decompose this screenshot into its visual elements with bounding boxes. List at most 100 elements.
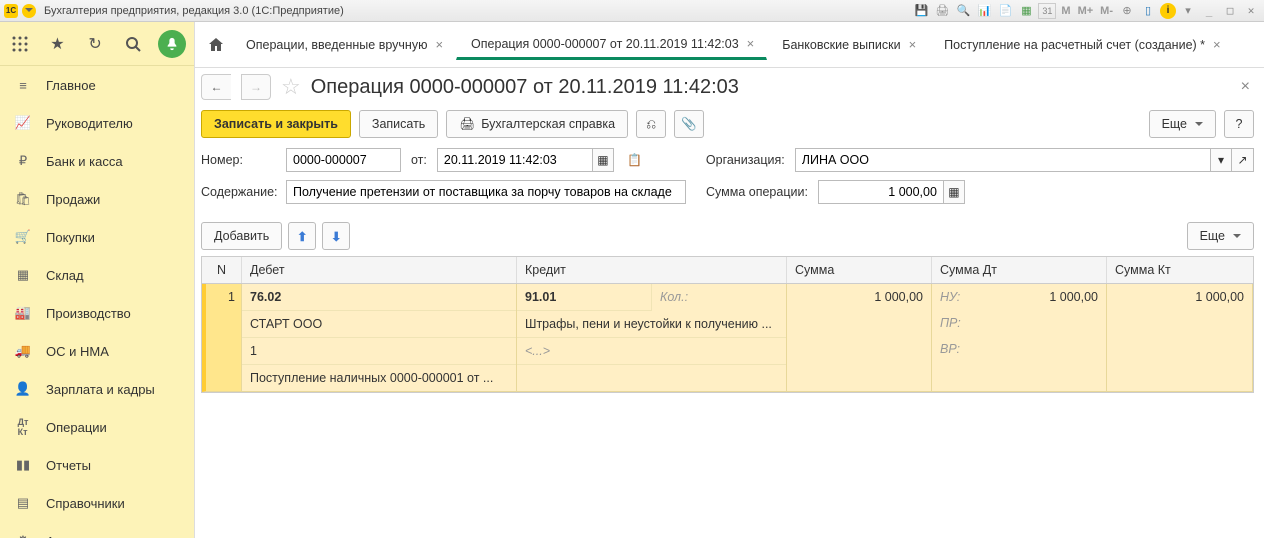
nav-forward-button[interactable]: → (241, 74, 271, 100)
favorite-star-icon[interactable]: ☆ (281, 74, 301, 100)
print-button[interactable]: 🖨Бухгалтерская справка (446, 110, 628, 138)
sidebar-item-label: Склад (46, 268, 84, 283)
credit-subconto1[interactable]: Штрафы, пени и неустойки к получению ... (517, 311, 786, 338)
page-title: Операция 0000-000007 от 20.11.2019 11:42… (311, 76, 739, 99)
number-label: Номер: (201, 153, 276, 167)
dropdown-icon[interactable]: ▾ (1210, 148, 1232, 172)
maximize-button[interactable]: □ (1221, 3, 1239, 19)
attach-button[interactable]: 📎 (674, 110, 704, 138)
tree-button[interactable]: ⎌ (636, 110, 666, 138)
col-n[interactable]: N (202, 257, 242, 283)
nu-dt-value[interactable]: 1 000,00 (978, 284, 1106, 310)
credit-subconto2[interactable]: <...> (517, 338, 786, 365)
move-up-button[interactable]: ⬆ (288, 222, 316, 250)
cell-sum[interactable]: 1 000,00 (787, 284, 932, 392)
apps-grid-icon[interactable] (8, 32, 32, 56)
nu-kt-value[interactable]: 1 000,00 (1195, 290, 1244, 304)
tab-operation[interactable]: Операция 0000-000007 от 20.11.2019 11:42… (456, 30, 767, 60)
credit-account[interactable]: 91.01 (517, 284, 651, 311)
date-icon[interactable]: 31 (1038, 3, 1056, 19)
add-row-button[interactable]: Добавить (201, 222, 282, 250)
table-more-button[interactable]: Еще (1187, 222, 1254, 250)
debit-subconto1[interactable]: СТАРТ ООО (242, 311, 516, 338)
favorites-icon[interactable]: ★ (46, 32, 70, 56)
form: Номер: от: ▦ 📋 Организация: ▾ ↗ Содержан… (195, 148, 1264, 222)
sidebar-item-bank[interactable]: ₽Банк и касса (0, 142, 194, 180)
content-input[interactable] (286, 180, 686, 204)
sidebar-item-warehouse[interactable]: ▦Склад (0, 256, 194, 294)
debit-account[interactable]: 76.02 (242, 284, 516, 311)
sidebar-item-production[interactable]: 🏭Производство (0, 294, 194, 332)
sidebar-item-reports[interactable]: ▮▮Отчеты (0, 446, 194, 484)
document-icon[interactable]: 📋 (624, 148, 646, 172)
more-button[interactable]: Еще (1149, 110, 1216, 138)
pr-dt-value[interactable] (978, 310, 1106, 336)
sidebar-item-hr[interactable]: 👤Зарплата и кадры (0, 370, 194, 408)
tab-manual-ops[interactable]: Операции, введенные вручную× (231, 30, 456, 60)
col-sum[interactable]: Сумма (787, 257, 932, 283)
col-credit[interactable]: Кредит (517, 257, 787, 283)
print-icon[interactable]: 🖨 (933, 3, 951, 19)
sidebar-item-catalogs[interactable]: ▤Справочники (0, 484, 194, 522)
debit-subconto2[interactable]: 1 (242, 338, 516, 365)
arrow-up-icon: ⬆ (297, 229, 307, 244)
tab-close-icon[interactable]: × (433, 37, 445, 52)
opsum-input-group: ▦ (818, 180, 965, 204)
calendar-picker-icon[interactable]: ▦ (592, 148, 614, 172)
org-input[interactable] (795, 148, 1210, 172)
opsum-input[interactable] (818, 180, 943, 204)
tab-bank[interactable]: Банковские выписки× (767, 30, 929, 60)
dtkt-icon: ДтКт (14, 418, 32, 436)
history-icon[interactable]: ↻ (83, 32, 107, 56)
col-sumdt[interactable]: Сумма Дт (932, 257, 1107, 283)
save-button[interactable]: Записать (359, 110, 438, 138)
col-debit[interactable]: Дебет (242, 257, 517, 283)
bars-icon: ▮▮ (14, 456, 32, 474)
panel-icon[interactable]: ▯ (1139, 3, 1157, 19)
notifications-icon[interactable] (158, 30, 186, 58)
zoom-icon[interactable]: ⊕ (1118, 3, 1136, 19)
memory-mminus[interactable]: М- (1098, 5, 1115, 17)
memory-m[interactable]: М (1059, 5, 1072, 17)
sidebar-item-director[interactable]: 📈Руководителю (0, 104, 194, 142)
sidebar-item-main[interactable]: ≡Главное (0, 66, 194, 104)
sidebar-item-sales[interactable]: 🛍Продажи (0, 180, 194, 218)
move-down-button[interactable]: ⬇ (322, 222, 350, 250)
sidebar-item-purchases[interactable]: 🛒Покупки (0, 218, 194, 256)
save-icon[interactable]: 💾 (912, 3, 930, 19)
calculator-icon[interactable]: ▦ (943, 180, 965, 204)
open-ref-icon[interactable]: ↗ (1232, 148, 1254, 172)
sidebar-item-label: Производство (46, 306, 131, 321)
table-row[interactable]: 1 76.02 СТАРТ ООО 1 Поступление наличных… (202, 284, 1253, 392)
credit-qty-label[interactable]: Кол.: (651, 284, 786, 311)
minimize-button[interactable]: _ (1200, 3, 1218, 19)
tab-close-icon[interactable]: × (907, 37, 919, 52)
vr-dt-value[interactable] (978, 336, 1106, 362)
page-close-button[interactable]: × (1237, 74, 1254, 100)
sidebar-item-admin[interactable]: ⚙Администрирование (0, 522, 194, 538)
tab-close-icon[interactable]: × (1211, 37, 1223, 52)
credit-subconto3[interactable] (517, 365, 786, 391)
close-button[interactable]: ✕ (1242, 3, 1260, 19)
sidebar-item-operations[interactable]: ДтКтОперации (0, 408, 194, 446)
debit-subconto3[interactable]: Поступление наличных 0000-000001 от ... (242, 365, 516, 391)
info-icon[interactable]: i (1160, 3, 1176, 19)
sidebar-item-assets[interactable]: 🚚ОС и НМА (0, 332, 194, 370)
tab-receipt[interactable]: Поступление на расчетный счет (создание)… (929, 30, 1233, 60)
preview-icon[interactable]: 🔍 (954, 3, 972, 19)
calc-icon[interactable]: 📊 (975, 3, 993, 19)
home-tab[interactable] (201, 37, 231, 53)
fax-icon[interactable]: 📄 (996, 3, 1014, 19)
tab-close-icon[interactable]: × (745, 36, 757, 51)
search-icon[interactable] (121, 32, 145, 56)
memory-mplus[interactable]: М+ (1076, 5, 1096, 17)
help-button[interactable]: ? (1224, 110, 1254, 138)
date-input[interactable] (437, 148, 592, 172)
number-input[interactable] (286, 148, 401, 172)
col-sumkt[interactable]: Сумма Кт (1107, 257, 1253, 283)
nav-back-button[interactable]: ← (201, 74, 231, 100)
dropdown-icon[interactable]: ▾ (1179, 3, 1197, 19)
calendar-icon[interactable]: ▦ (1017, 3, 1035, 19)
save-close-button[interactable]: Записать и закрыть (201, 110, 351, 138)
app-menu-dropdown[interactable] (22, 4, 36, 18)
